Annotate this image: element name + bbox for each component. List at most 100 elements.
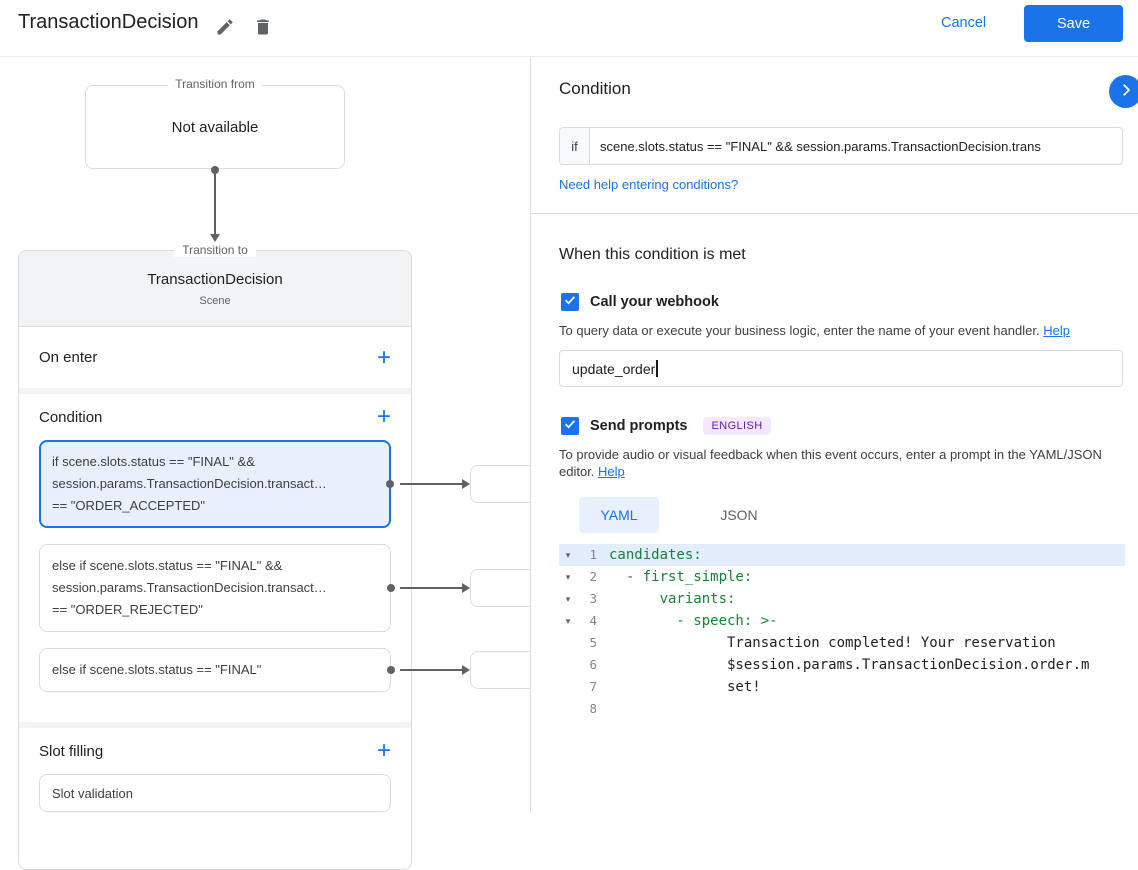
line-number: 7	[589, 679, 597, 694]
line-number: 4	[589, 613, 597, 628]
on-enter-label: On enter	[39, 349, 98, 366]
condition-text: if scene.slots.status == "FINAL" && sess…	[52, 454, 327, 513]
condition-card[interactable]: else if scene.slots.status == "FINAL"	[39, 648, 395, 692]
condition-connector	[400, 479, 470, 489]
page-title: TransactionDecision	[18, 11, 199, 33]
editor-line[interactable]: 6 $session.params.TransactionDecision.or…	[559, 654, 1125, 676]
slot-validation-card[interactable]: Slot validation	[39, 774, 391, 812]
code-text: candidates:	[609, 547, 702, 563]
condition-card[interactable]: else if scene.slots.status == "FINAL" &&…	[39, 544, 395, 632]
event-handler-input[interactable]: update_order	[559, 350, 1123, 387]
delete-scene-button[interactable]	[248, 13, 278, 43]
prompts-help-link[interactable]: Help	[598, 464, 625, 479]
chevron-right-icon	[1117, 81, 1135, 102]
fold-arrow-icon[interactable]: ▾	[559, 566, 577, 588]
condition-expression-input[interactable]: scene.slots.status == "FINAL" && session…	[589, 127, 1123, 165]
slot-validation-label: Slot validation	[52, 785, 133, 801]
if-label: if	[559, 127, 590, 165]
line-number: 2	[589, 569, 597, 584]
tab-yaml[interactable]: YAML	[579, 497, 659, 533]
fold-arrow-icon	[559, 676, 577, 698]
add-condition-button[interactable]: +	[377, 405, 391, 429]
connector-dot	[387, 584, 395, 592]
editor-line[interactable]: ▾ 4 - speech: >-	[559, 610, 1125, 632]
event-handler-value: update_order	[572, 360, 656, 377]
transition-target-stub[interactable]	[470, 465, 532, 503]
panel-title: Condition	[559, 79, 631, 98]
code-text: Transaction completed! Your reservation	[609, 635, 1056, 651]
slot-filling-label: Slot filling	[39, 742, 104, 760]
transition-arrow	[210, 166, 220, 242]
line-number: 8	[589, 701, 597, 716]
line-number: 3	[589, 591, 597, 606]
line-number: 1	[589, 547, 597, 562]
fold-arrow-icon	[559, 632, 577, 654]
divider	[531, 213, 1138, 214]
prompts-description: To provide audio or visual feedback when…	[559, 447, 1102, 479]
save-button[interactable]: Save	[1024, 5, 1123, 42]
condition-help: Need help entering conditions?	[559, 177, 738, 192]
on-enter-section: On enter +	[19, 327, 411, 388]
webhook-help-link[interactable]: Help	[1043, 323, 1070, 338]
condition-help-link[interactable]: Need help entering conditions?	[559, 177, 738, 192]
when-met-heading: When this condition is met	[559, 246, 746, 263]
prompts-checkbox[interactable]	[561, 417, 579, 435]
editor-tabs: YAML JSON	[579, 497, 779, 533]
transition-target-stub[interactable]	[470, 651, 532, 689]
arrowhead-icon	[210, 234, 220, 242]
fold-arrow-icon[interactable]: ▾	[559, 544, 577, 566]
transition-to-label: Transition to	[18, 243, 412, 257]
code-text: - first_simple:	[609, 569, 753, 585]
slot-filling-section: Slot filling + Slot validation	[19, 728, 411, 869]
cancel-button[interactable]: Cancel	[941, 15, 986, 31]
condition-detail-panel: Condition if scene.slots.status == "FINA…	[530, 57, 1138, 813]
scene-card: TransactionDecision Scene On enter + Con…	[18, 250, 412, 870]
condition-expression-value: scene.slots.status == "FINAL" && session…	[600, 138, 1041, 154]
webhook-checkbox[interactable]	[561, 293, 579, 311]
editor-line[interactable]: ▾ 2 - first_simple:	[559, 566, 1125, 588]
scene-type: Scene	[199, 294, 231, 307]
code-text: $session.params.TransactionDecision.orde…	[609, 657, 1090, 673]
scene-graph-pane: Transition from Not available Transition…	[0, 57, 532, 870]
edit-title-button[interactable]	[210, 13, 240, 43]
editor-line[interactable]: 5 Transaction completed! Your reservatio…	[559, 632, 1125, 654]
tab-json[interactable]: JSON	[699, 497, 779, 533]
editor-line[interactable]: 8	[559, 698, 1125, 720]
fold-arrow-icon[interactable]: ▾	[559, 610, 577, 632]
editor-line[interactable]: ▾ 1 candidates:	[559, 544, 1125, 566]
scene-name: TransactionDecision	[147, 270, 283, 288]
scene-card-header[interactable]: TransactionDecision Scene	[19, 251, 411, 327]
transition-from-value: Not available	[171, 118, 259, 136]
collapse-panel-button[interactable]	[1109, 75, 1138, 108]
condition-card[interactable]: if scene.slots.status == "FINAL" && sess…	[39, 440, 394, 528]
language-badge: ENGLISH	[703, 417, 771, 435]
code-text: set!	[609, 679, 761, 695]
code-text: - speech: >-	[609, 613, 778, 629]
prompts-label: Send prompts	[590, 418, 688, 434]
condition-section: Condition + if scene.slots.status == "FI…	[19, 394, 411, 722]
condition-text: else if scene.slots.status == "FINAL"	[52, 662, 262, 677]
webhook-row: Call your webhook	[561, 293, 719, 311]
editor-line[interactable]: ▾ 3 variants:	[559, 588, 1125, 610]
add-on-enter-button[interactable]: +	[377, 345, 391, 370]
fold-arrow-icon	[559, 654, 577, 676]
connector-dot	[386, 480, 394, 488]
editor-line[interactable]: 7 set!	[559, 676, 1125, 698]
webhook-label: Call your webhook	[590, 294, 719, 310]
transition-from-node[interactable]: Transition from Not available	[85, 77, 345, 169]
condition-text: else if scene.slots.status == "FINAL" &&…	[52, 558, 327, 617]
condition-section-label: Condition	[39, 408, 103, 426]
fold-arrow-icon[interactable]: ▾	[559, 588, 577, 610]
line-number: 6	[589, 657, 597, 672]
yaml-editor[interactable]: ▾ 1 candidates: ▾ 2 - first_simple: ▾ 3 …	[559, 544, 1125, 813]
add-slot-button[interactable]: +	[377, 739, 391, 763]
condition-connector	[400, 583, 470, 593]
transition-from-label: Transition from	[86, 77, 344, 91]
arrowhead-icon	[462, 479, 470, 489]
checkmark-icon	[563, 417, 577, 436]
checkmark-icon	[563, 293, 577, 312]
webhook-description: To query data or execute your business l…	[559, 323, 1070, 338]
connector-dot	[387, 666, 395, 674]
transition-target-stub[interactable]	[470, 569, 532, 607]
